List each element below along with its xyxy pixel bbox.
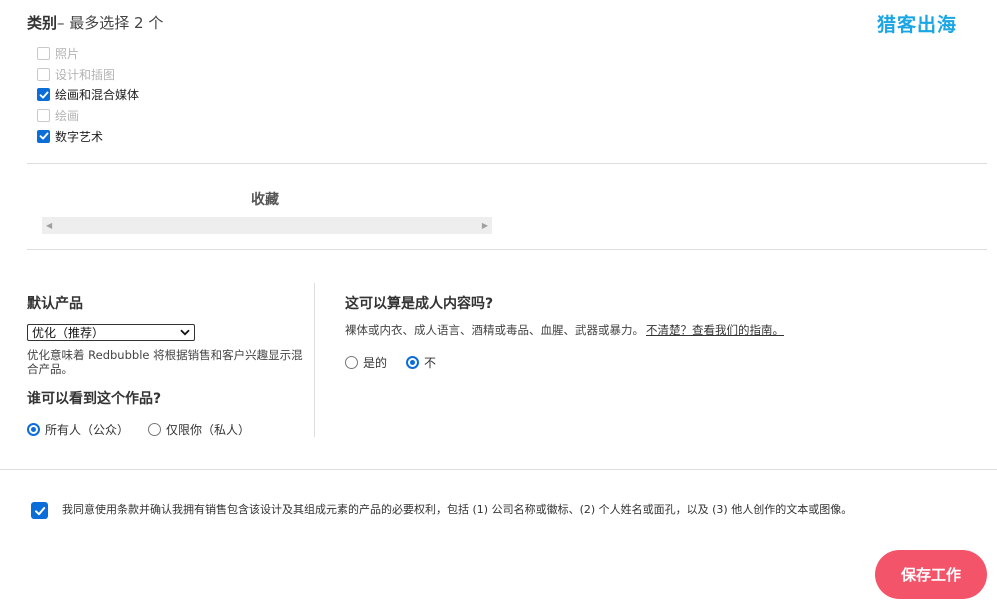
save-button[interactable]: 保存工作	[875, 550, 987, 599]
category-item-drawing[interactable]: 绘画	[37, 105, 139, 126]
collections-title: 收藏	[251, 192, 279, 208]
adult-option-no[interactable]: 不	[406, 354, 436, 371]
category-label: 绘画	[55, 109, 80, 124]
divider	[27, 163, 987, 164]
column-divider	[314, 283, 315, 437]
adult-guide-link[interactable]: 不清楚？查看我们的指南。	[646, 323, 784, 337]
category-subtitle: – 最多选择 2 个	[57, 14, 164, 32]
agreement-checkbox[interactable]	[31, 502, 48, 519]
collections-scrollbar[interactable]: ◀ ▶	[42, 217, 492, 234]
checkbox-photo[interactable]	[37, 46, 50, 60]
visibility-title: 谁可以看到这个作品?	[27, 391, 162, 407]
default-product-selected: 优化（推荐）	[32, 326, 105, 340]
radio-yes[interactable]	[345, 356, 358, 369]
brand-logo: 猎客出海	[877, 14, 958, 36]
checkmark-icon	[39, 132, 48, 140]
divider	[27, 249, 987, 250]
default-product-select[interactable]: 优化（推荐）	[27, 324, 195, 341]
radio-label: 不	[424, 356, 437, 370]
adult-content-title: 这可以算是成人内容吗?	[345, 296, 494, 312]
radio-label: 是的	[363, 356, 388, 370]
radio-label: 所有人（公众）	[45, 423, 130, 437]
adult-option-yes[interactable]: 是的	[345, 354, 387, 371]
agreement-text: 我同意使用条款并确认我拥有销售包含该设计及其组成元素的产品的必要权利，包括 (1…	[62, 503, 853, 516]
category-item-painting-mixed-media[interactable]: 绘画和混合媒体	[37, 85, 139, 106]
checkmark-icon	[34, 506, 45, 515]
default-product-helper: 优化意味着 Redbubble 将根据销售和客户兴趣显示混合产品。	[27, 348, 303, 376]
category-label: 绘画和混合媒体	[55, 88, 140, 103]
category-header: 类别– 最多选择 2 个	[27, 12, 163, 33]
adult-content-description: 裸体或内衣、成人语言、酒精或毒品、血腥、武器或暴力。 不清楚？查看我们的指南。	[345, 322, 784, 338]
radio-public[interactable]	[27, 423, 40, 436]
default-product-title: 默认产品	[27, 296, 83, 312]
category-item-design-illustration[interactable]: 设计和插图	[37, 64, 139, 85]
scroll-left-icon[interactable]: ◀	[46, 221, 52, 230]
visibility-option-private[interactable]: 仅限你（私人）	[148, 421, 250, 438]
checkbox-digital-art[interactable]	[37, 129, 50, 143]
adult-description-text: 裸体或内衣、成人语言、酒精或毒品、血腥、武器或暴力。	[345, 323, 644, 337]
divider	[0, 469, 997, 470]
chevron-down-icon	[180, 329, 190, 336]
upload-settings-page: 类别– 最多选择 2 个 猎客出海 照片 设计和插图 绘画和混合媒体 绘画 数字…	[0, 0, 997, 614]
category-label: 照片	[55, 46, 80, 61]
category-title: 类别	[27, 14, 58, 32]
checkbox-drawing[interactable]	[37, 109, 50, 123]
checkbox-design-illustration[interactable]	[37, 67, 50, 81]
checkmark-icon	[39, 91, 48, 99]
visibility-option-public[interactable]: 所有人（公众）	[27, 421, 129, 438]
category-label: 设计和插图	[55, 67, 116, 82]
category-item-photo[interactable]: 照片	[37, 43, 139, 64]
checkbox-painting-mixed-media[interactable]	[37, 88, 50, 102]
scroll-right-icon[interactable]: ▶	[482, 221, 488, 230]
category-list: 照片 设计和插图 绘画和混合媒体 绘画 数字艺术	[37, 43, 139, 147]
radio-label: 仅限你（私人）	[166, 423, 251, 437]
category-label: 数字艺术	[55, 129, 104, 144]
radio-private[interactable]	[148, 423, 161, 436]
radio-no[interactable]	[406, 356, 419, 369]
category-item-digital-art[interactable]: 数字艺术	[37, 126, 139, 147]
